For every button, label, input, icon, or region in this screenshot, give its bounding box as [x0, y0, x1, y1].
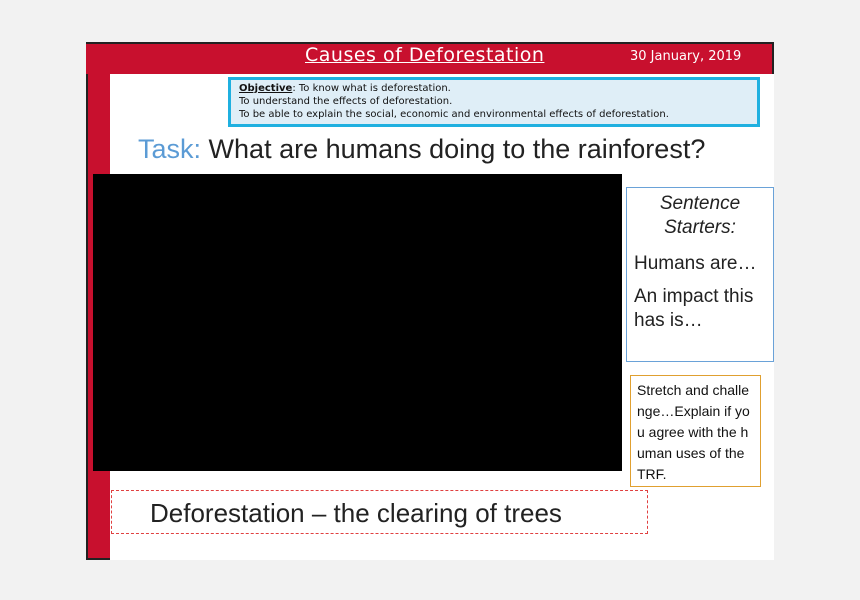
sentence-starters-box: Sentence Starters: Humans are… An impact…: [626, 187, 774, 362]
stretch-challenge-box: Stretch and challenge…Explain if you agr…: [630, 375, 761, 487]
slide-date: 30 January, 2019: [630, 49, 742, 64]
objective-line-3: To be able to explain the social, econom…: [239, 109, 669, 120]
sentence-starters-heading: Sentence Starters:: [659, 193, 741, 238]
definition-box: Deforestation – the clearing of trees: [111, 490, 648, 534]
task-heading: Task: What are humans doing to the rainf…: [138, 134, 705, 165]
task-question: What are humans doing to the rainforest?: [208, 134, 706, 164]
objective-label: Objective: [239, 83, 293, 94]
video-player[interactable]: [93, 174, 622, 471]
slide-title: Causes of Deforestation: [305, 44, 545, 66]
objective-line-2: To understand the effects of deforestati…: [239, 96, 453, 107]
objective-box: Objective: To know what is deforestation…: [228, 77, 760, 127]
objective-text-1: : To know what is deforestation.: [292, 83, 451, 94]
sentence-starter-1: Humans are…: [634, 253, 757, 274]
sentence-starter-2: An impact this has is…: [634, 286, 754, 331]
task-prefix: Task:: [138, 134, 202, 164]
objective-line-1: Objective: To know what is deforestation…: [239, 82, 749, 95]
